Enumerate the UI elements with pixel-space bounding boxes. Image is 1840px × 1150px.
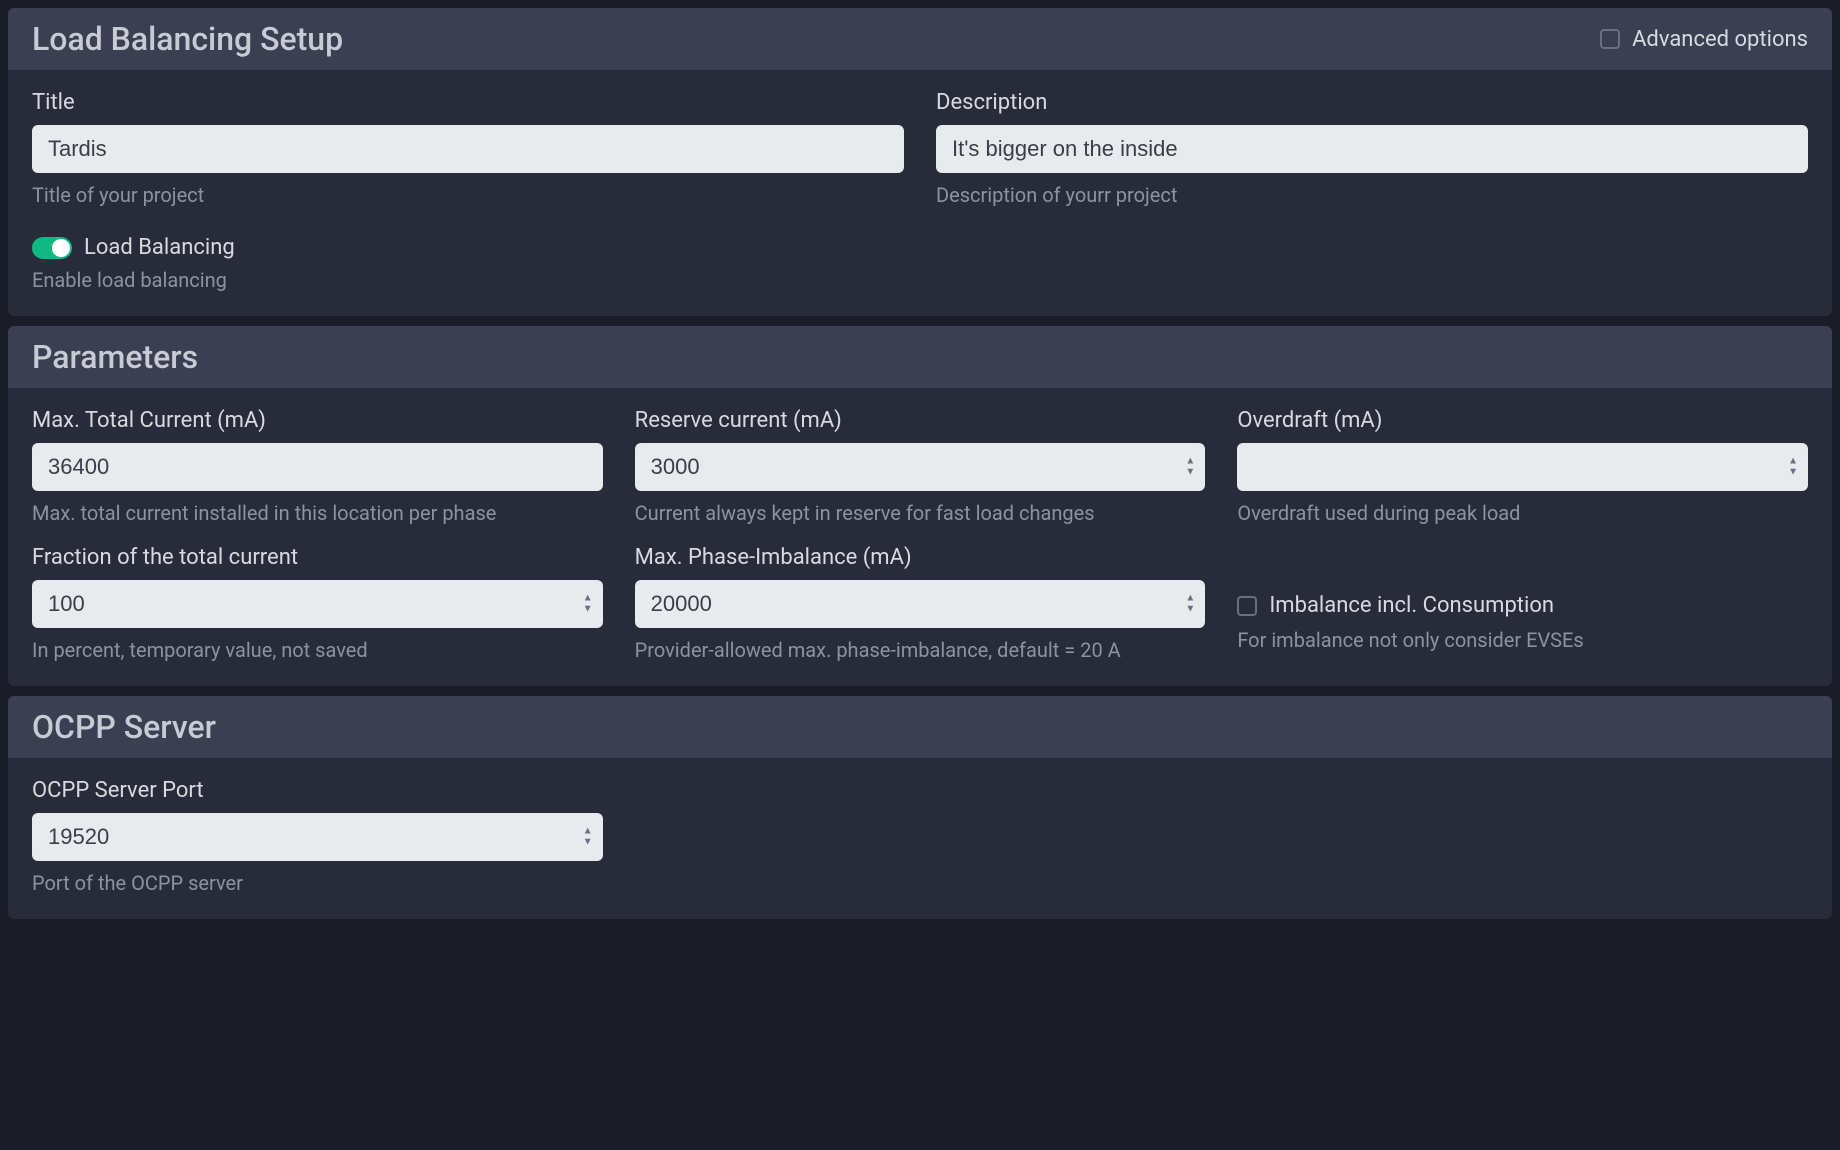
max-total-current-label: Max. Total Current (mA) [32, 408, 603, 433]
parameters-panel: Parameters Max. Total Current (mA) Max. … [8, 326, 1832, 686]
imbalance-incl-label: Imbalance incl. Consumption [1269, 593, 1554, 618]
reserve-current-field: Reserve current (mA) ▲ ▼ Current always … [635, 408, 1206, 525]
load-balancing-help: Enable load balancing [32, 268, 1808, 292]
max-total-current-help: Max. total current installed in this loc… [32, 501, 603, 525]
overdraft-help: Overdraft used during peak load [1237, 501, 1808, 525]
parameters-panel-header: Parameters [8, 326, 1832, 388]
fraction-help: In percent, temporary value, not saved [32, 638, 603, 662]
overdraft-field: Overdraft (mA) ▲ ▼ Overdraft used during… [1237, 408, 1808, 525]
description-field: Description Description of yourr project [936, 90, 1808, 207]
chevron-up-icon: ▲ [1185, 457, 1195, 467]
ocpp-port-help: Port of the OCPP server [32, 871, 603, 895]
description-label: Description [936, 90, 1808, 115]
title-help: Title of your project [32, 183, 904, 207]
chevron-up-icon: ▲ [583, 594, 593, 604]
max-phase-imbalance-help: Provider-allowed max. phase-imbalance, d… [635, 638, 1206, 662]
load-balancing-label: Load Balancing [84, 235, 235, 260]
reserve-current-label: Reserve current (mA) [635, 408, 1206, 433]
advanced-options-checkbox[interactable] [1600, 29, 1620, 49]
advanced-options-label: Advanced options [1632, 27, 1808, 52]
ocpp-port-input[interactable] [32, 813, 603, 861]
ocpp-panel-title: OCPP Server [32, 708, 216, 746]
max-phase-imbalance-label: Max. Phase-Imbalance (mA) [635, 545, 1206, 570]
setup-panel-header: Load Balancing Setup Advanced options [8, 8, 1832, 70]
chevron-up-icon: ▲ [583, 827, 593, 837]
max-total-current-input[interactable] [32, 443, 603, 491]
parameters-panel-body: Max. Total Current (mA) Max. total curre… [8, 388, 1832, 686]
setup-panel-body: Title Title of your project Description … [8, 70, 1832, 316]
description-input[interactable] [936, 125, 1808, 173]
ocpp-panel-header: OCPP Server [8, 696, 1832, 758]
fraction-input[interactable] [32, 580, 603, 628]
fraction-label: Fraction of the total current [32, 545, 603, 570]
fraction-stepper[interactable]: ▲ ▼ [583, 594, 593, 615]
load-balancing-toggle[interactable] [32, 237, 72, 259]
chevron-up-icon: ▲ [1185, 594, 1195, 604]
load-balancing-row: Load Balancing [32, 235, 1808, 260]
imbalance-incl-field: Imbalance incl. Consumption For imbalanc… [1237, 545, 1808, 662]
ocpp-port-field: OCPP Server Port ▲ ▼ Port of the OCPP se… [32, 778, 603, 895]
max-phase-imbalance-stepper[interactable]: ▲ ▼ [1185, 594, 1195, 615]
reserve-current-help: Current always kept in reserve for fast … [635, 501, 1206, 525]
chevron-down-icon: ▼ [1185, 605, 1195, 615]
parameters-panel-title: Parameters [32, 338, 198, 376]
overdraft-stepper[interactable]: ▲ ▼ [1788, 457, 1798, 478]
chevron-down-icon: ▼ [1185, 468, 1195, 478]
ocpp-port-label: OCPP Server Port [32, 778, 603, 803]
setup-panel-title: Load Balancing Setup [32, 20, 343, 58]
reserve-current-stepper[interactable]: ▲ ▼ [1185, 457, 1195, 478]
max-total-current-field: Max. Total Current (mA) Max. total curre… [32, 408, 603, 525]
ocpp-port-stepper[interactable]: ▲ ▼ [583, 827, 593, 848]
setup-panel: Load Balancing Setup Advanced options Ti… [8, 8, 1832, 316]
chevron-down-icon: ▼ [583, 605, 593, 615]
overdraft-label: Overdraft (mA) [1237, 408, 1808, 433]
chevron-up-icon: ▲ [1788, 457, 1798, 467]
title-field: Title Title of your project [32, 90, 904, 207]
imbalance-incl-checkbox[interactable] [1237, 596, 1257, 616]
chevron-down-icon: ▼ [583, 838, 593, 848]
title-input[interactable] [32, 125, 904, 173]
toggle-knob [52, 239, 70, 257]
max-phase-imbalance-field: Max. Phase-Imbalance (mA) ▲ ▼ Provider-a… [635, 545, 1206, 662]
imbalance-incl-help: For imbalance not only consider EVSEs [1237, 628, 1808, 652]
max-phase-imbalance-input[interactable] [635, 580, 1206, 628]
description-help: Description of yourr project [936, 183, 1808, 207]
chevron-down-icon: ▼ [1788, 468, 1798, 478]
advanced-options-row: Advanced options [1600, 27, 1808, 52]
ocpp-panel-body: OCPP Server Port ▲ ▼ Port of the OCPP se… [8, 758, 1832, 919]
title-label: Title [32, 90, 904, 115]
reserve-current-input[interactable] [635, 443, 1206, 491]
fraction-field: Fraction of the total current ▲ ▼ In per… [32, 545, 603, 662]
ocpp-panel: OCPP Server OCPP Server Port ▲ ▼ Port of… [8, 696, 1832, 919]
overdraft-input[interactable] [1237, 443, 1808, 491]
